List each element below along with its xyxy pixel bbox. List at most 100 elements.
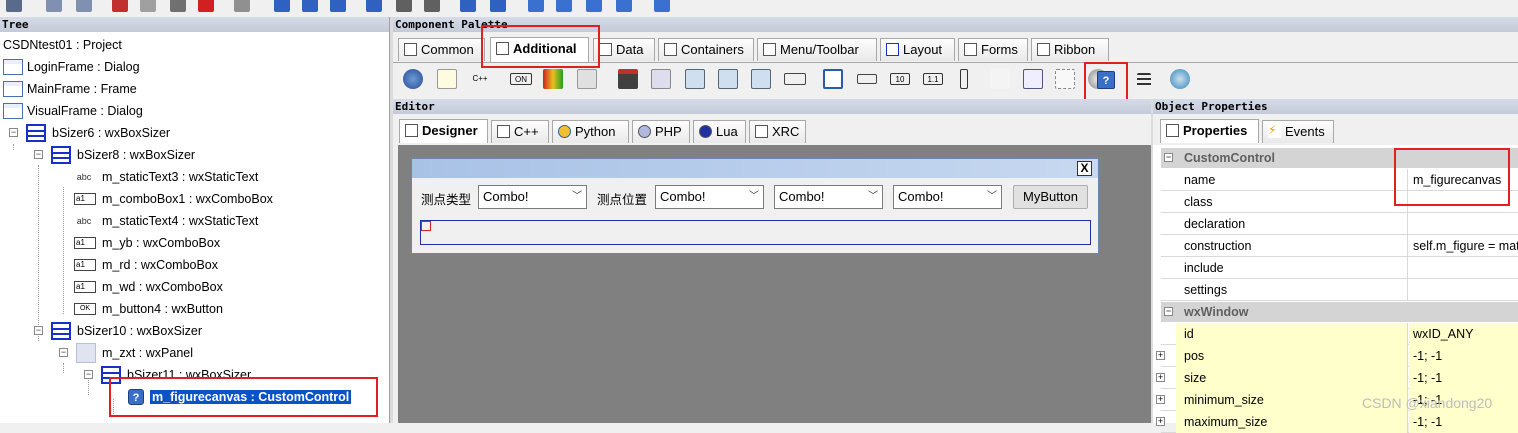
tab-lua[interactable]: Lua xyxy=(693,120,746,143)
expand-icon[interactable]: + xyxy=(1156,417,1165,426)
collapse-icon[interactable]: − xyxy=(1164,307,1173,316)
redo-icon[interactable] xyxy=(76,0,92,12)
arrow-icon[interactable] xyxy=(654,0,670,12)
border-left-icon[interactable] xyxy=(586,0,602,12)
file-picker-icon[interactable] xyxy=(685,69,705,89)
property-value[interactable]: -1; -1 xyxy=(1409,411,1518,433)
tree-item-bsizer6[interactable]: bSizer6 : wxBoxSizer xyxy=(26,123,170,143)
generic-dir-icon[interactable] xyxy=(1023,69,1043,89)
border-icon[interactable] xyxy=(424,0,440,12)
grid-icon[interactable] xyxy=(1055,69,1075,89)
tree-item-visualframe[interactable]: VisualFrame : Dialog xyxy=(3,101,143,121)
tree-item-project[interactable]: CSDNtest01 : Project xyxy=(3,35,122,55)
stretch-icon[interactable] xyxy=(396,0,412,12)
bitmap-button-icon[interactable] xyxy=(543,69,563,89)
cut-icon[interactable] xyxy=(112,0,128,12)
tree-item-m-zxt[interactable]: m_zxt : wxPanel xyxy=(76,343,193,363)
delete-icon[interactable] xyxy=(198,0,214,12)
color-picker-icon[interactable] xyxy=(751,69,771,89)
border-bottom-icon[interactable] xyxy=(556,0,572,12)
align-right-icon[interactable] xyxy=(330,0,346,12)
property-value[interactable]: self.m_figure = mat xyxy=(1409,235,1518,257)
custom-control-placeholder[interactable] xyxy=(421,221,431,231)
tree-item-mainframe[interactable]: MainFrame : Frame xyxy=(3,79,137,99)
html-window-icon[interactable] xyxy=(403,69,423,89)
tab-xrc[interactable]: XRC xyxy=(749,120,806,143)
designed-frame[interactable]: X 测点类型 Combo! ﹀ 测点位置 Combo! ﹀ Combo! ﹀ Comb… xyxy=(411,158,1099,254)
tab-forms[interactable]: Forms xyxy=(958,38,1028,61)
tab-layout[interactable]: Layout xyxy=(880,38,955,61)
tree-item-m-yb[interactable]: a1 m_yb : wxComboBox xyxy=(74,233,220,253)
tab-common[interactable]: Common xyxy=(398,38,485,61)
list-icon[interactable] xyxy=(1137,73,1151,87)
tree-item-m-rd[interactable]: a1 m_rd : wxComboBox xyxy=(74,255,218,275)
tree-item-statictext3[interactable]: abc m_staticText3 : wxStaticText xyxy=(74,167,259,187)
my-button[interactable]: MyButton xyxy=(1013,185,1088,209)
paste-icon[interactable] xyxy=(170,0,186,12)
property-value[interactable] xyxy=(1409,257,1518,279)
tab-designer[interactable]: Designer xyxy=(399,119,488,143)
combo-box-wd[interactable]: Combo! ﹀ xyxy=(893,185,1002,209)
property-row[interactable]: id wxID_ANY xyxy=(1161,323,1518,345)
collapse-icon[interactable]: − xyxy=(59,348,68,357)
tree-item-bsizer10[interactable]: bSizer10 : wxBoxSizer xyxy=(51,321,202,341)
splitter[interactable] xyxy=(390,17,393,423)
collapse-icon[interactable]: − xyxy=(1164,153,1173,162)
toggle-button-icon[interactable]: ON xyxy=(510,73,532,85)
tab-ribbon[interactable]: Ribbon xyxy=(1031,38,1109,61)
property-row[interactable]: declaration xyxy=(1161,213,1518,235)
calendar-icon[interactable] xyxy=(618,69,638,89)
collapse-icon[interactable]: − xyxy=(9,128,18,137)
expand-icon[interactable]: + xyxy=(1156,395,1165,404)
dir-picker-icon[interactable] xyxy=(718,69,738,89)
property-row[interactable]: + maximum_size -1; -1 xyxy=(1156,411,1518,433)
align-left-icon[interactable] xyxy=(274,0,290,12)
property-value[interactable]: wxID_ANY xyxy=(1409,323,1518,345)
property-row[interactable]: + pos -1; -1 xyxy=(1156,345,1518,367)
property-value[interactable] xyxy=(1409,279,1518,301)
search-icon[interactable] xyxy=(577,69,597,89)
tree-item-m-wd[interactable]: a1 m_wd : wxComboBox xyxy=(74,277,223,297)
tab-events[interactable]: ⚡ Events xyxy=(1262,120,1334,143)
tree-item-loginframe[interactable]: LoginFrame : Dialog xyxy=(3,57,140,77)
tree-item-bsizer8[interactable]: bSizer8 : wxBoxSizer xyxy=(51,145,195,165)
spin-double-icon[interactable]: 1.1 xyxy=(923,73,943,85)
hyperlink-icon[interactable] xyxy=(990,69,1010,89)
property-row[interactable]: construction self.m_figure = mat xyxy=(1161,235,1518,257)
category-wxwindow[interactable]: − wxWindow xyxy=(1161,302,1518,322)
border-top-icon[interactable] xyxy=(528,0,544,12)
collapse-icon[interactable]: − xyxy=(34,150,43,159)
date-picker-icon[interactable] xyxy=(784,73,806,85)
rich-text-icon[interactable] xyxy=(437,69,457,89)
spin-button-icon[interactable] xyxy=(960,69,968,89)
clock-icon[interactable] xyxy=(1170,69,1190,89)
combo-box-rd[interactable]: Combo! ﹀ xyxy=(774,185,883,209)
expand-icon[interactable] xyxy=(366,0,382,12)
tab-python[interactable]: Python xyxy=(552,120,629,143)
combo-box-yb[interactable]: Combo! ﹀ xyxy=(655,185,764,209)
tab-data[interactable]: Data xyxy=(593,38,655,61)
close-icon[interactable]: X xyxy=(1077,161,1092,176)
align-center-icon[interactable] xyxy=(302,0,318,12)
expand-icon[interactable]: + xyxy=(1156,373,1165,382)
property-row[interactable]: include xyxy=(1161,257,1518,279)
property-value[interactable] xyxy=(1409,213,1518,235)
gear-icon[interactable] xyxy=(234,0,250,12)
property-value[interactable]: -1; -1 xyxy=(1409,345,1518,367)
save-icon[interactable] xyxy=(6,0,22,12)
tab-php[interactable]: PHP xyxy=(632,120,690,143)
property-value[interactable]: -1; -1 xyxy=(1409,367,1518,389)
font-picker-icon[interactable] xyxy=(651,69,671,89)
combo-box-1[interactable]: Combo! ﹀ xyxy=(478,185,587,209)
tree-item-button4[interactable]: OK m_button4 : wxButton xyxy=(74,299,223,319)
tree-item-statictext4[interactable]: abc m_staticText4 : wxStaticText xyxy=(74,211,259,231)
cpp-icon[interactable]: C++ xyxy=(470,69,490,89)
figure-panel[interactable] xyxy=(420,220,1091,245)
undo-icon[interactable] xyxy=(46,0,62,12)
spin-ctrl-icon[interactable]: 10 xyxy=(890,73,910,85)
tab-containers[interactable]: Containers xyxy=(658,38,754,61)
tab-menu-toolbar[interactable]: Menu/Toolbar xyxy=(757,38,877,61)
swap-icon[interactable] xyxy=(490,0,506,12)
collapse-icon[interactable]: − xyxy=(84,370,93,379)
tab-properties[interactable]: Properties xyxy=(1160,119,1259,143)
